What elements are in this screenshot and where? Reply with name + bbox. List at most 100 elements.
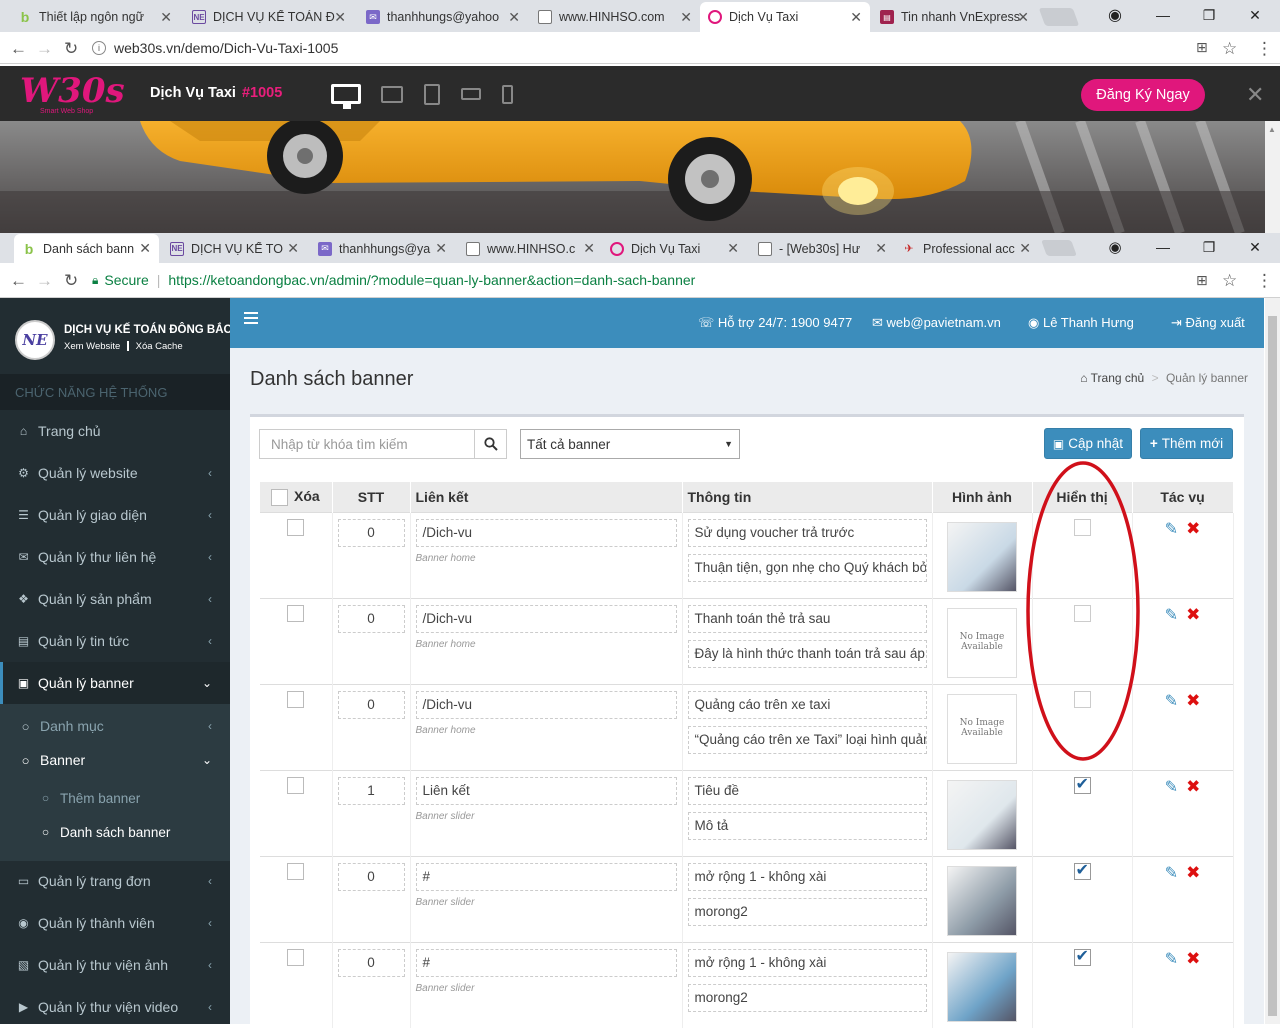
banner-thumbnail[interactable] [947, 951, 1017, 1022]
delete-icon[interactable]: ✖ [1186, 605, 1200, 624]
delete-checkbox[interactable] [287, 518, 305, 536]
sidebar-item-contact[interactable]: ✉ Quản lý thư liên hệ ‹ [0, 536, 230, 578]
sidebar-item-banner-list[interactable]: ○ Danh sách banner [0, 812, 230, 852]
link-input[interactable]: # [415, 948, 677, 977]
tablet-view-icon[interactable] [422, 81, 442, 107]
sidebar-item-banner[interactable]: ▣ Quản lý banner ⌄ [0, 662, 230, 704]
delete-icon[interactable]: ✖ [1186, 519, 1200, 538]
support-email[interactable]: ✉ web@pavietnam.vn [872, 315, 1001, 331]
outer-url-field[interactable]: i web30s.vn/demo/Dich-Vu-Taxi-1005 [92, 36, 1220, 60]
delete-icon[interactable]: ✖ [1186, 949, 1200, 968]
window-close-button[interactable]: ✕ [1232, 0, 1278, 30]
sidebar-item-news[interactable]: ▤ Quản lý tin tức ‹ [0, 620, 230, 662]
sidebar-item-banner-sub[interactable]: ○ Banner ⌄ [0, 739, 230, 781]
outer-scrollbar[interactable]: ▲ [1265, 121, 1280, 233]
close-icon[interactable]: ✕ [1246, 82, 1264, 108]
close-icon[interactable]: ✕ [508, 9, 520, 26]
close-icon[interactable]: ✕ [680, 9, 692, 26]
visible-checkbox[interactable]: ✔ [1073, 776, 1091, 794]
star-icon[interactable]: ☆ [1222, 39, 1237, 59]
sidebar-item-gallery[interactable]: ▧ Quản lý thư viện ảnh ‹ [0, 944, 230, 986]
desc-input[interactable]: Thuận tiện, gọn nhẹ cho Quý khách bở [687, 553, 927, 582]
page-scrollbar[interactable] [1265, 298, 1280, 1024]
laptop-view-icon[interactable] [380, 81, 404, 107]
outer-tab-1[interactable]: NE DỊCH VỤ KẾ TOÁN Đ ✕ [184, 2, 354, 32]
delete-icon[interactable]: ✖ [1186, 777, 1200, 796]
support-hotline[interactable]: ☏ Hỗ trợ 24/7: 1900 9477 [698, 315, 852, 331]
back-icon[interactable]: ← [10, 39, 27, 59]
minimize-button[interactable]: — [1140, 233, 1186, 261]
close-icon[interactable]: ✕ [160, 9, 172, 26]
stt-input[interactable]: 0 [337, 690, 405, 719]
outer-tab-5[interactable]: ▤ Tin nhanh VnExpress ✕ [872, 2, 1037, 32]
sidebar-item-theme[interactable]: ☰ Quản lý giao diện ‹ [0, 494, 230, 536]
mobile-view-icon[interactable] [500, 81, 514, 107]
close-icon[interactable]: ✕ [850, 9, 862, 26]
web30s-logo[interactable]: W30s Smart Web Shop [16, 72, 125, 116]
banner-thumbnail[interactable] [947, 779, 1017, 850]
reload-icon[interactable]: ↻ [64, 271, 78, 291]
delete-checkbox[interactable] [287, 948, 305, 966]
title-input[interactable]: Tiêu đề [687, 776, 927, 805]
visible-checkbox[interactable]: ✔ [1073, 948, 1091, 966]
inner-tab-1[interactable]: NE DỊCH VỤ KẾ TO ✕ [162, 234, 307, 263]
desktop-view-icon[interactable] [330, 81, 362, 109]
sidebar-item-website[interactable]: ⚙ Quản lý website ‹ [0, 452, 230, 494]
search-button[interactable] [475, 429, 507, 459]
inner-tab-0[interactable]: b Danh sách bann ✕ [14, 234, 159, 263]
desc-input[interactable]: “Quảng cáo trên xe Taxi” loại hình quản [687, 725, 927, 754]
stt-input[interactable]: 0 [337, 862, 405, 891]
add-new-button[interactable]: + Thêm mới [1140, 428, 1233, 459]
hamburger-icon[interactable] [244, 312, 258, 324]
sidebar-item-products[interactable]: ❖ Quản lý sản phẩm ‹ [0, 578, 230, 620]
banner-thumbnail[interactable]: No Image Available [947, 607, 1017, 678]
select-all-checkbox[interactable] [271, 488, 288, 506]
delete-checkbox[interactable] [287, 776, 305, 794]
edit-icon[interactable]: ✎ [1165, 521, 1178, 538]
restore-button[interactable]: ❐ [1186, 0, 1232, 30]
delete-icon[interactable]: ✖ [1186, 863, 1200, 882]
link-input[interactable]: /Dich-vu [415, 690, 677, 719]
delete-checkbox[interactable] [287, 690, 305, 708]
banner-thumbnail[interactable]: No Image Available [947, 693, 1017, 764]
delete-checkbox[interactable] [287, 862, 305, 880]
sidebar-item-home[interactable]: ⌂ Trang chủ [0, 410, 230, 452]
title-input[interactable]: Thanh toán thẻ trả sau [687, 604, 927, 633]
user-menu[interactable]: ◉ Lê Thanh Hưng [1028, 315, 1134, 331]
sidebar-item-video[interactable]: ▶ Quản lý thư viện video ‹ [0, 986, 230, 1028]
desc-input[interactable]: morong2 [687, 983, 927, 1012]
close-icon[interactable]: ✕ [334, 9, 346, 26]
inner-tab-4[interactable]: Dịch Vụ Taxi ✕ [602, 234, 747, 263]
title-input[interactable]: Quảng cáo trên xe taxi [687, 690, 927, 719]
edit-icon[interactable]: ✎ [1165, 951, 1178, 968]
banner-type-select[interactable]: Tất cả banner ▼ [520, 429, 740, 459]
edit-icon[interactable]: ✎ [1165, 865, 1178, 882]
close-icon[interactable]: ✕ [1017, 9, 1029, 26]
edit-icon[interactable]: ✎ [1165, 693, 1178, 710]
stt-input[interactable]: 0 [337, 604, 405, 633]
forward-icon[interactable]: → [36, 39, 53, 59]
title-input[interactable]: Sử dụng voucher trả trước [687, 518, 927, 547]
outer-tab-3[interactable]: www.HINHSO.com ✕ [530, 2, 700, 32]
translate-icon[interactable]: ⊞ [1196, 39, 1208, 56]
logout-button[interactable]: ⇥ Đăng xuất [1171, 315, 1245, 331]
register-button[interactable]: Đăng Ký Ngay [1081, 79, 1205, 111]
translate-icon[interactable]: ⊞ [1196, 272, 1208, 289]
inner-url-field[interactable]: 🔒︎ Secure | https://ketoandongbac.vn/adm… [92, 268, 1220, 292]
edit-icon[interactable]: ✎ [1165, 779, 1178, 796]
link-input[interactable]: /Dich-vu [415, 518, 677, 547]
banner-thumbnail[interactable] [947, 865, 1017, 936]
new-tab-button[interactable] [1038, 8, 1080, 26]
menu-icon[interactable]: ⋮ [1256, 39, 1273, 59]
delete-checkbox[interactable] [287, 604, 305, 622]
reload-icon[interactable]: ↻ [64, 39, 78, 59]
link-input[interactable]: # [415, 862, 677, 891]
inner-tab-5[interactable]: - [Web30s] Hư ✕ [750, 234, 895, 263]
stt-input[interactable]: 1 [337, 776, 405, 805]
minimize-button[interactable]: — [1140, 0, 1186, 30]
title-input[interactable]: mở rộng 1 - không xài [687, 948, 927, 977]
profile-icon[interactable]: ◉ [1092, 0, 1138, 30]
banner-thumbnail[interactable] [947, 521, 1017, 592]
outer-tab-0[interactable]: b Thiết lập ngôn ngữ ✕ [10, 2, 180, 32]
outer-tab-2[interactable]: ✉ thanhhungs@yahoo ✕ [358, 2, 528, 32]
